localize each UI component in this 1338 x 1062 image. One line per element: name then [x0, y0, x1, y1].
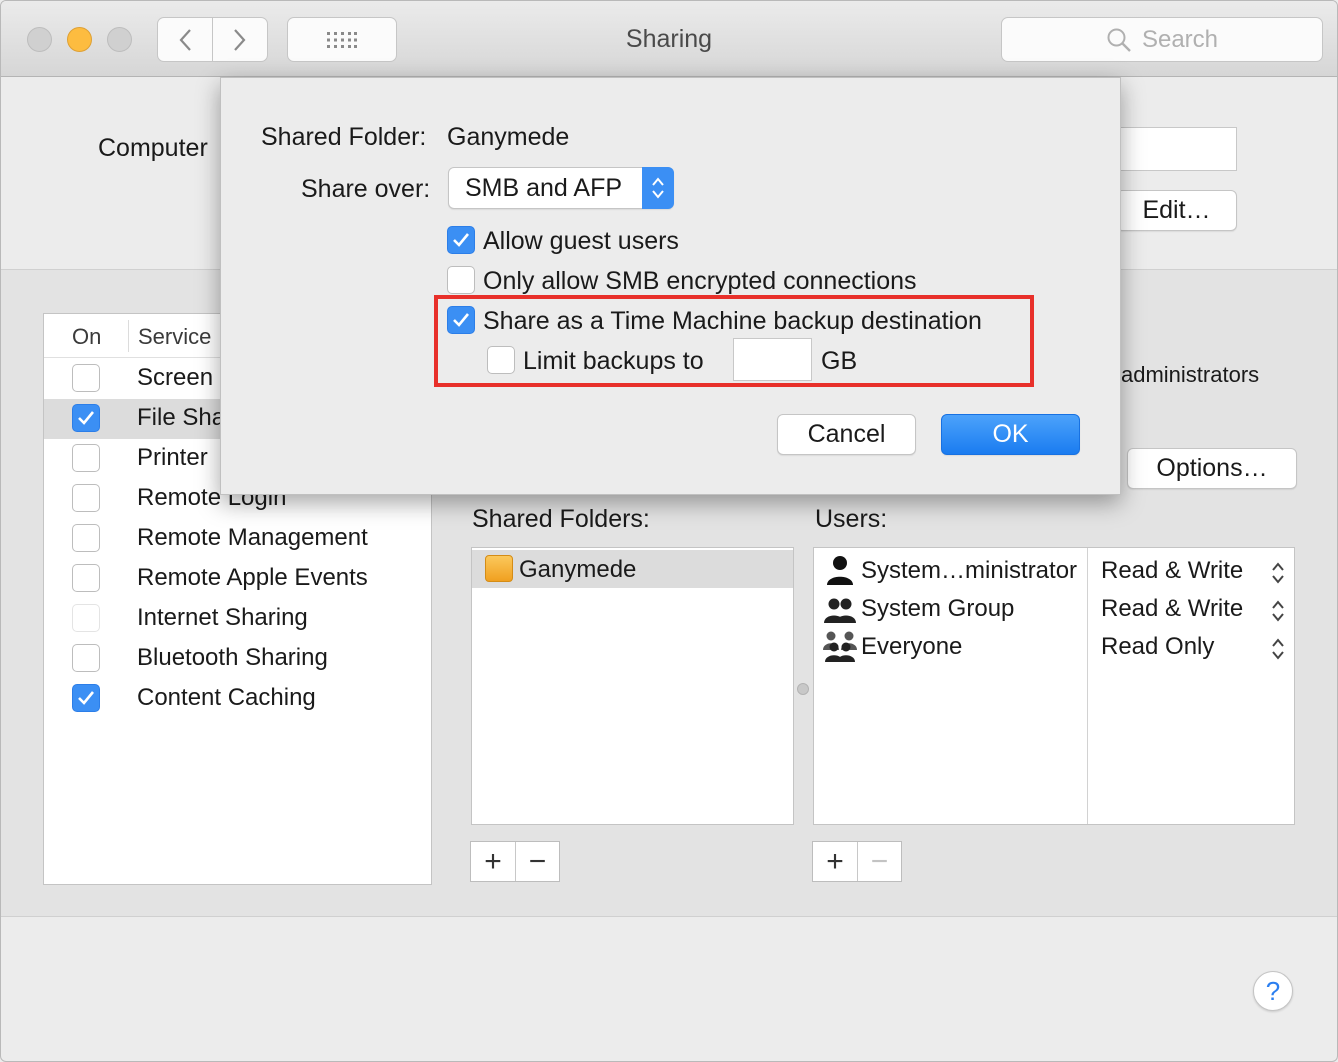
allow-guest-label[interactable]: Allow guest users — [483, 227, 679, 256]
service-label: Internet Sharing — [137, 604, 308, 631]
service-row[interactable]: Internet Sharing — [44, 599, 431, 639]
limit-backups-label[interactable]: Limit backups to — [523, 347, 704, 376]
service-checkbox[interactable] — [72, 524, 100, 552]
service-checkbox[interactable] — [72, 644, 100, 672]
checkmark-icon — [453, 233, 470, 247]
group-icon — [823, 592, 857, 624]
user-name: System Group — [861, 595, 1015, 622]
share-over-popup[interactable]: SMB and AFP — [448, 167, 674, 209]
smb-encrypted-checkbox[interactable] — [447, 266, 475, 294]
share-over-label: Share over: — [301, 175, 431, 203]
service-label: Remote Apple Events — [137, 564, 368, 591]
checkmark-icon — [78, 411, 95, 425]
updown-arrows-icon[interactable] — [1269, 596, 1287, 626]
service-checkbox[interactable] — [72, 684, 100, 712]
service-row[interactable]: Content Caching — [44, 679, 431, 719]
service-row[interactable]: Remote Management — [44, 519, 431, 559]
shared-folder-options-sheet: Shared Folder: Ganymede Share over: SMB … — [220, 77, 1121, 495]
drive-icon — [485, 555, 513, 582]
folder-plus-minus: + − — [470, 841, 560, 882]
service-checkbox[interactable] — [72, 564, 100, 592]
shared-folders-list[interactable]: Ganymede — [471, 547, 794, 825]
help-button[interactable]: ? — [1253, 971, 1293, 1011]
service-checkbox[interactable] — [72, 404, 100, 432]
search-field[interactable]: Search — [1001, 17, 1323, 62]
smb-encrypted-label[interactable]: Only allow SMB encrypted connections — [483, 267, 917, 296]
service-checkbox[interactable] — [72, 444, 100, 472]
service-label: Printer — [137, 444, 208, 471]
shared-folder-row[interactable]: Ganymede — [472, 550, 793, 588]
everyone-icon — [823, 630, 857, 662]
updown-arrows-icon[interactable] — [1269, 558, 1287, 588]
limit-backups-unit: GB — [821, 347, 858, 375]
options-button[interactable]: Options… — [1127, 448, 1297, 489]
permission-popup[interactable]: Read & Write — [1101, 557, 1243, 585]
computer-name-field[interactable] — [1111, 127, 1237, 171]
service-label: Screen — [137, 364, 214, 391]
shared-folder-name-value: Ganymede — [447, 123, 570, 151]
limit-backups-size-field[interactable] — [733, 338, 812, 381]
users-title: Users: — [815, 505, 888, 533]
edit-button[interactable]: Edit… — [1116, 190, 1237, 231]
checkmark-icon — [78, 691, 95, 705]
remove-user-button[interactable]: − — [857, 842, 901, 881]
column-on[interactable]: On — [72, 324, 101, 350]
sharing-window: Sharing Search Computer Edit… On Service… — [0, 0, 1338, 1062]
shared-folder-name: Ganymede — [519, 556, 637, 583]
computer-name-label: Computer — [98, 134, 208, 162]
access-note: administrators — [1121, 362, 1260, 387]
service-label: Bluetooth Sharing — [137, 644, 328, 671]
column-service[interactable]: Service — [138, 324, 211, 350]
time-machine-label[interactable]: Share as a Time Machine backup destinati… — [483, 307, 982, 336]
user-name: System…ministrator — [861, 557, 1078, 584]
user-row[interactable]: Everyone Read Only — [814, 628, 1294, 666]
service-checkbox[interactable] — [72, 364, 100, 392]
title-bar: Sharing Search — [1, 1, 1337, 77]
time-machine-checkbox[interactable] — [447, 306, 475, 334]
user-name: Everyone — [861, 633, 963, 660]
column-divider — [128, 320, 129, 352]
service-row[interactable]: Remote Apple Events — [44, 559, 431, 599]
service-label: Remote Management — [137, 524, 368, 551]
updown-arrows-icon[interactable] — [1269, 634, 1287, 664]
service-checkbox[interactable] — [72, 604, 100, 632]
add-user-button[interactable]: + — [813, 842, 857, 881]
checkmark-icon — [453, 313, 470, 327]
service-checkbox[interactable] — [72, 484, 100, 512]
limit-backups-checkbox[interactable] — [487, 346, 515, 374]
search-icon — [1107, 28, 1131, 52]
service-row[interactable]: Bluetooth Sharing — [44, 639, 431, 679]
shared-folder-label: Shared Folder: — [261, 123, 427, 151]
permission-popup[interactable]: Read & Write — [1101, 595, 1243, 623]
user-row[interactable]: System…ministrator Read & Write — [814, 552, 1294, 590]
splitter-handle[interactable] — [797, 683, 809, 695]
permission-popup[interactable]: Read Only — [1101, 633, 1214, 661]
single-user-icon — [823, 554, 857, 586]
search-placeholder: Search — [1141, 25, 1219, 53]
users-list[interactable]: System…ministrator Read & Write System Gro… — [813, 547, 1295, 825]
cancel-button[interactable]: Cancel — [777, 414, 916, 455]
allow-guest-checkbox[interactable] — [447, 226, 475, 254]
service-label: File Sha — [137, 404, 226, 431]
service-label: Content Caching — [137, 684, 316, 711]
shared-folders-title: Shared Folders: — [472, 505, 650, 533]
updown-arrows-icon — [642, 167, 674, 209]
share-over-value: SMB and AFP — [465, 174, 623, 202]
user-plus-minus: + − — [812, 841, 902, 882]
add-folder-button[interactable]: + — [471, 842, 515, 881]
user-row[interactable]: System Group Read & Write — [814, 590, 1294, 628]
ok-button[interactable]: OK — [941, 414, 1080, 455]
remove-folder-button[interactable]: − — [515, 842, 559, 881]
